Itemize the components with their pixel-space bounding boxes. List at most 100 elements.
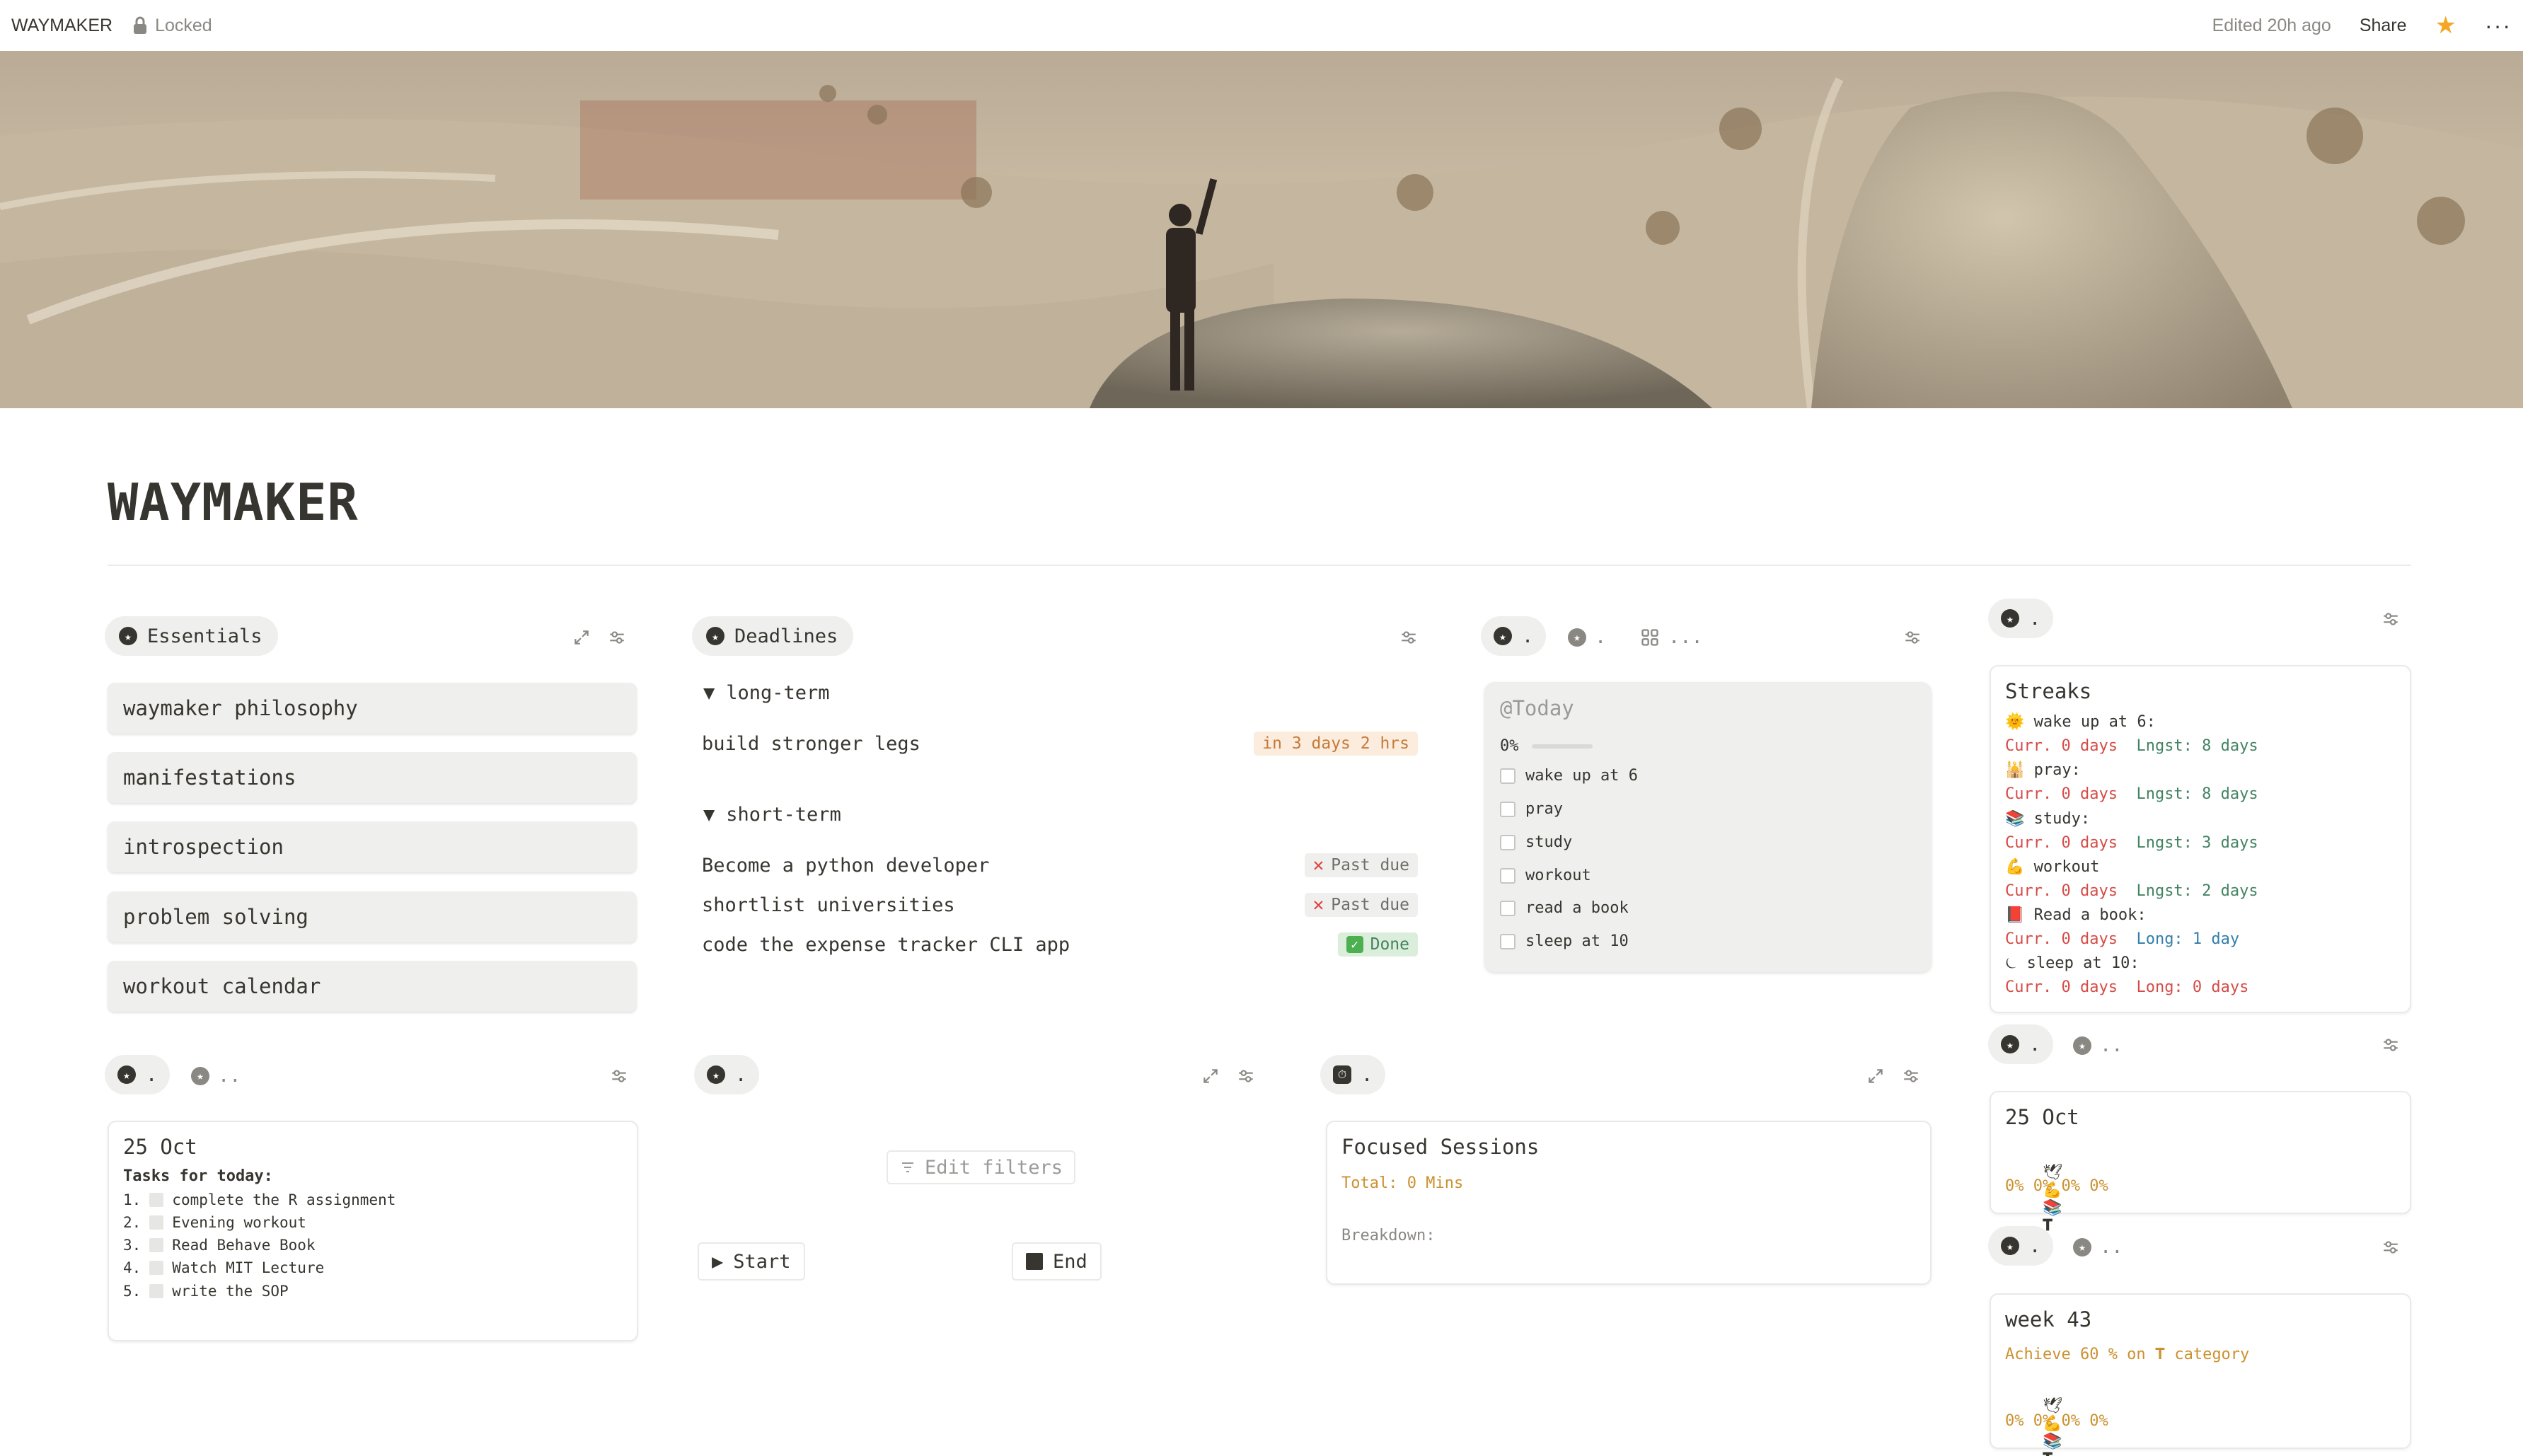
settings-sliders-icon[interactable] — [2380, 1034, 2401, 1056]
checkbox[interactable] — [1500, 900, 1515, 916]
start-button[interactable]: ▶ Start — [698, 1242, 805, 1281]
daily-score-card[interactable]: 25 Oct 🕊 💪 📚 𝐓 0% 0% 0% 0% — [1990, 1091, 2411, 1235]
end-button[interactable]: End — [1012, 1242, 1102, 1281]
streak-stats: Curr. 0 days Lngst: 3 days — [2005, 834, 2258, 852]
tab-weekly-1[interactable]: ★ . — [1988, 1226, 2054, 1266]
todo-item[interactable]: sleep at 10 — [1500, 932, 1629, 950]
today-header: @Today — [1500, 696, 1574, 720]
focused-sessions-card[interactable]: Focused Sessions Total: 0 Mins Breakdown… — [1326, 1121, 1932, 1285]
tab-deadlines-label: Deadlines — [734, 625, 838, 647]
settings-sliders-icon[interactable] — [2380, 608, 2401, 630]
timer-badge-icon: ⏱ — [1333, 1065, 1351, 1084]
star-badge-icon: ★ — [707, 1065, 725, 1084]
settings-sliders-icon[interactable] — [1900, 1065, 1922, 1087]
category-scores: 0% 0% 0% 0% — [2005, 1412, 2108, 1430]
checkbox — [149, 1238, 164, 1252]
deadline-task: build stronger legs — [702, 732, 920, 755]
checkbox[interactable] — [1500, 768, 1515, 784]
todo-item[interactable]: study — [1500, 833, 1572, 851]
today-card[interactable]: @Today 0% wake up at 6 pray study workou… — [1484, 682, 1932, 972]
tab-daily-2[interactable]: ★ .. — [191, 1065, 241, 1087]
expand-icon[interactable] — [1865, 1065, 1886, 1087]
deadline-task: code the expense tracker CLI app — [702, 933, 1070, 956]
streak-stats: Curr. 0 days Lngst: 8 days — [2005, 785, 2258, 803]
tab-today-1[interactable]: ★ . — [1481, 616, 1547, 656]
checkbox — [149, 1193, 164, 1207]
checkbox[interactable] — [1500, 867, 1515, 884]
settings-sliders-icon[interactable] — [1902, 627, 1923, 648]
settings-sliders-icon[interactable] — [606, 627, 628, 648]
locked-label: Locked — [155, 15, 212, 35]
cover-image — [0, 51, 2523, 408]
deadline-row[interactable]: Become a python developer ✕ Past due — [702, 853, 1418, 877]
tab-essentials-label: Essentials — [147, 625, 262, 647]
streak-habit: 🕌 pray: — [2005, 761, 2081, 779]
status-badge: ✓ Done — [1337, 932, 1418, 957]
tab-daily-score-2[interactable]: ★ .. — [2073, 1034, 2123, 1056]
tab-deadlines[interactable]: ★ Deadlines — [692, 616, 854, 656]
edited-timestamp[interactable]: Edited 20h ago — [2212, 16, 2331, 36]
toggle-icon[interactable]: ▼ — [703, 682, 715, 704]
checkbox[interactable] — [1500, 834, 1515, 850]
weekly-card[interactable]: week 43 Achieve 60 % on 𝐓 category 🕊 💪 📚… — [1990, 1293, 2411, 1456]
tab-sessions[interactable]: ⏱ . — [1320, 1055, 1386, 1094]
streak-habit: 🌞 wake up at 6: — [2005, 713, 2156, 731]
top-bar: WAYMAKER Locked Edited 20h ago Share ★ ·… — [0, 0, 2523, 51]
star-badge-icon: ★ — [706, 627, 724, 645]
checkbox[interactable] — [1500, 801, 1515, 817]
more-options-button[interactable]: ··· — [2485, 13, 2512, 39]
checkbox[interactable] — [1500, 933, 1515, 949]
daily-tasks-card[interactable]: 25 Oct Tasks for today: 1. complete the R… — [108, 1121, 638, 1341]
tab-timer[interactable]: ★ . — [694, 1055, 760, 1094]
tab-streaks[interactable]: ★ . — [1988, 599, 2054, 638]
tab-daily-1[interactable]: ★ . — [105, 1055, 171, 1094]
week-label: week 43 — [2005, 1307, 2092, 1331]
settings-sliders-icon[interactable] — [1398, 627, 1419, 648]
tab-daily-score-1[interactable]: ★ . — [1988, 1024, 2054, 1064]
essentials-item[interactable]: problem solving — [108, 891, 637, 942]
tab-essentials[interactable]: ★ Essentials — [105, 616, 278, 656]
essentials-item[interactable]: introspection — [108, 821, 637, 872]
filter-icon — [902, 1162, 913, 1172]
grid-view-icon — [1641, 628, 1658, 646]
share-button[interactable]: Share — [2360, 16, 2407, 36]
today-progress: 0% — [1500, 737, 1593, 755]
breadcrumb-title[interactable]: WAYMAKER — [11, 16, 112, 36]
todo-item[interactable]: workout — [1500, 867, 1591, 884]
daily-score-date: 25 Oct — [2005, 1105, 2079, 1129]
more-views-button[interactable]: ... — [1640, 626, 1703, 648]
essentials-item[interactable]: waymaker philosophy — [108, 683, 637, 734]
expand-icon[interactable] — [1200, 1065, 1221, 1087]
deadline-row[interactable]: code the expense tracker CLI app ✓ Done — [702, 932, 1418, 957]
category-scores: 0% 0% 0% 0% — [2005, 1177, 2108, 1195]
page-title[interactable]: WAYMAKER — [108, 473, 359, 532]
streaks-title: Streaks — [2005, 679, 2092, 703]
deadline-row[interactable]: build stronger legs in 3 days 2 hrs — [702, 732, 1418, 756]
todo-item[interactable]: wake up at 6 — [1500, 767, 1638, 785]
edit-filters-button[interactable]: Edit filters — [887, 1150, 1076, 1184]
expand-icon[interactable] — [571, 627, 592, 648]
deadline-row[interactable]: shortlist universities ✕ Past due — [702, 893, 1418, 917]
settings-sliders-icon[interactable] — [2380, 1237, 2401, 1258]
essentials-item[interactable]: workout calendar — [108, 961, 637, 1012]
streaks-card[interactable]: Streaks 🌞 wake up at 6: Curr. 0 days Lng… — [1990, 665, 2411, 1013]
star-badge-icon: ★ — [1494, 627, 1512, 645]
star-icon[interactable]: ★ — [2435, 11, 2456, 40]
books-icon: 📚 — [2042, 1433, 2062, 1450]
tab-today-2[interactable]: ★ . — [1568, 626, 1606, 648]
star-badge-icon: ★ — [2001, 1035, 2019, 1053]
group-short-term[interactable]: ▼ short-term — [703, 804, 841, 826]
star-badge-icon: ★ — [1568, 628, 1586, 647]
settings-sliders-icon[interactable] — [608, 1065, 630, 1087]
star-badge-icon: ★ — [2001, 609, 2019, 628]
task-item: 5. write the SOP — [123, 1283, 289, 1300]
settings-sliders-icon[interactable] — [1235, 1065, 1257, 1087]
group-long-term[interactable]: ▼ long-term — [703, 682, 830, 704]
locked-indicator[interactable]: Locked — [132, 16, 212, 36]
todo-item[interactable]: read a book — [1500, 899, 1629, 917]
essentials-item[interactable]: manifestations — [108, 752, 637, 803]
toggle-icon[interactable]: ▼ — [703, 804, 715, 826]
check-mark-icon: ✓ — [1346, 936, 1363, 953]
tab-weekly-2[interactable]: ★ .. — [2073, 1236, 2123, 1258]
todo-item[interactable]: pray — [1500, 800, 1563, 818]
